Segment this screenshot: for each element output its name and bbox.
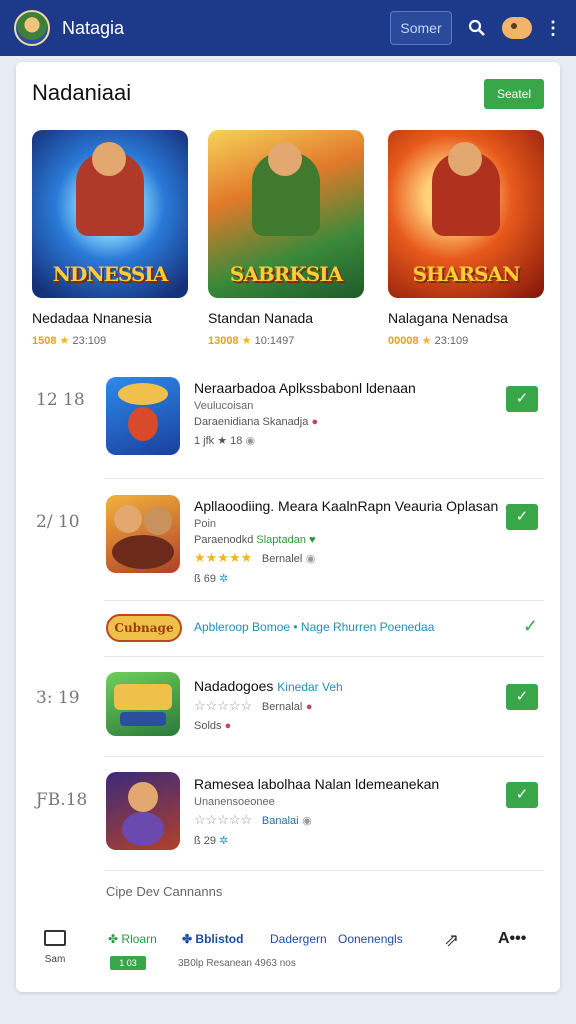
more-icon[interactable]: A••• <box>498 930 526 948</box>
row-footer: 1 jfk ★ 18 ◉ <box>194 435 256 447</box>
install-check-button[interactable]: ✓ <box>506 386 538 412</box>
install-check-button[interactable]: ✓ <box>506 684 538 710</box>
row-rank: 12 18 <box>36 390 85 410</box>
rating-stars: ☆☆☆☆☆ Bernalal ● <box>194 698 313 713</box>
row-title[interactable]: Ramesea labolhaa Nalan ldemeanekan <box>194 776 494 792</box>
divider <box>104 656 544 657</box>
game-logo: SABRKSIA <box>229 262 343 286</box>
footer-note[interactable]: Cipe Dev Cannanns <box>106 884 222 899</box>
divider <box>104 756 544 757</box>
search-button[interactable]: Somer <box>390 11 452 45</box>
nav-subtext: 3B0lp Resanean 4963 nos <box>178 958 296 969</box>
list-item[interactable]: ƑB.18 Ramesea labolhaa Nalan ldemeanekan… <box>16 768 560 868</box>
tv-icon <box>44 930 66 946</box>
list-item[interactable]: 2/ 10 Apllaoodiing. Meara KaalnRapn Veau… <box>16 492 560 602</box>
featured-game-card[interactable]: SHARSAN Nalagana Nenadsa 00008 ★ 23:109 <box>388 130 544 347</box>
top-bar: Natagia Somer ⋮ <box>0 0 576 56</box>
list-item[interactable]: 3: 19 Nadadogoes Kinedar Veh ☆☆☆☆☆ Berna… <box>16 668 560 748</box>
promo-badge[interactable]: Cubnage <box>106 614 182 642</box>
row-rank: ƑB.18 <box>36 790 88 810</box>
promo-text[interactable]: Apbleroop Bomoe • Nage Rhurren Poenedaa <box>194 620 434 634</box>
nav-item-2[interactable]: ✤ Bblistod <box>182 932 243 946</box>
game-artwork[interactable]: SABRKSIA <box>208 130 364 298</box>
nav-badge: 1 03 <box>110 956 146 970</box>
game-name[interactable]: Standan Nanada <box>208 310 364 326</box>
star-icon: ★ <box>59 335 70 347</box>
row-rank: 2/ 10 <box>36 512 80 532</box>
row-subtitle: Poin <box>194 518 217 530</box>
rating-stars: ★★★★★ Bernalel ◉ <box>194 550 316 565</box>
install-check-button[interactable]: ✓ <box>506 504 538 530</box>
nav-item-1[interactable]: ✤ Rloarn <box>108 932 157 946</box>
row-subtitle: Unanensoeonee <box>194 796 275 808</box>
game-count: 23:109 <box>434 335 469 347</box>
star-icon: ★ <box>241 335 252 347</box>
promo-banner[interactable]: Cubnage Apbleroop Bomoe • Nage Rhurren P… <box>16 610 560 650</box>
game-meta: 13008 ★ 10:1497 <box>208 334 364 347</box>
puzzle-icon: ✤ <box>182 932 193 946</box>
info-icon: ◉ <box>305 553 316 565</box>
game-rating: 13008 <box>208 335 239 347</box>
featured-game-card[interactable]: SABRKSIA Standan Nanada 13008 ★ 10:1497 <box>208 130 364 347</box>
see-all-button[interactable]: Seatel <box>484 79 544 109</box>
game-name[interactable]: Nalagana Nenadsa <box>388 310 544 326</box>
game-logo: NDNESSIA <box>52 262 168 286</box>
puzzle-icon: ✤ <box>108 932 119 946</box>
badge-icon: ● <box>311 416 319 428</box>
sparkle-icon: ✲ <box>219 573 229 585</box>
row-footer: Solds ● <box>194 720 232 732</box>
game-count: 10:1497 <box>254 335 295 347</box>
heart-icon: ♥ <box>309 534 316 546</box>
main-card: Nadaniaai Seatel NDNESSIA Nedadaa Nnanes… <box>16 62 560 992</box>
section-title: Nadaniaai <box>32 80 132 105</box>
install-check-button[interactable]: ✓ <box>506 782 538 808</box>
row-detail: Paraenodkd Slaptadan ♥ <box>194 534 316 546</box>
divider <box>104 478 544 479</box>
row-title[interactable]: Nadadogoes Kinedar Veh <box>194 678 494 694</box>
badge-icon: ● <box>305 701 313 713</box>
divider <box>104 870 544 871</box>
more-vertical-icon[interactable]: ⋮ <box>544 18 562 39</box>
row-title[interactable]: Neraarbadoa Aplkssbabonl ldenaan <box>194 380 494 396</box>
nav-item-3[interactable]: Dadergern <box>270 932 327 946</box>
row-footer: ß 69 ✲ <box>194 573 229 585</box>
row-subtitle: Veulucoisan <box>194 400 254 412</box>
game-logo: SHARSAN <box>412 262 521 286</box>
game-count: 23:109 <box>72 335 107 347</box>
rating-stars: ☆☆☆☆☆ Banalai ◉ <box>194 812 312 827</box>
info-icon: ◉ <box>302 815 312 827</box>
user-icon[interactable] <box>502 17 532 39</box>
nav-tv[interactable]: Sam <box>40 930 70 965</box>
featured-game-card[interactable]: NDNESSIA Nedadaa Nnanesia 1508 ★ 23:109 <box>32 130 188 347</box>
game-icon[interactable] <box>106 772 180 850</box>
badge-icon: ● <box>224 720 232 732</box>
search-icon[interactable] <box>462 13 492 43</box>
avatar-icon[interactable] <box>14 10 50 46</box>
app-title: Natagia <box>62 17 125 38</box>
row-footer: ß 29 ✲ <box>194 835 229 847</box>
game-icon[interactable] <box>106 377 180 455</box>
row-rank: 3: 19 <box>36 688 80 708</box>
star-icon: ★ <box>421 335 432 347</box>
game-artwork[interactable]: SHARSAN <box>388 130 544 298</box>
list-item[interactable]: 12 18 Neraarbadoa Aplkssbabonl ldenaan V… <box>16 372 560 472</box>
game-name[interactable]: Nedadaa Nnanesia <box>32 310 188 326</box>
game-icon[interactable] <box>106 672 180 736</box>
nav-item-4[interactable]: Oonenengls <box>338 932 403 946</box>
game-rating: 00008 <box>388 335 419 347</box>
divider <box>104 600 544 601</box>
sparkle-icon: ✲ <box>219 835 229 847</box>
share-icon[interactable]: ⇗ <box>444 930 459 951</box>
info-icon: ◉ <box>245 435 256 447</box>
game-rating: 1508 <box>32 335 57 347</box>
game-meta: 00008 ★ 23:109 <box>388 334 544 347</box>
row-detail: Daraenidiana Skanadja ● <box>194 416 319 428</box>
game-meta: 1508 ★ 23:109 <box>32 334 188 347</box>
row-title[interactable]: Apllaoodiing. Meara KaalnRapn Veauria Op… <box>194 498 498 514</box>
bottom-nav: Sam ✤ Rloarn ✤ Bblistod Dadergern Oonene… <box>16 918 560 978</box>
check-icon[interactable]: ✓ <box>523 616 538 637</box>
game-artwork[interactable]: NDNESSIA <box>32 130 188 298</box>
game-icon[interactable] <box>106 495 180 573</box>
